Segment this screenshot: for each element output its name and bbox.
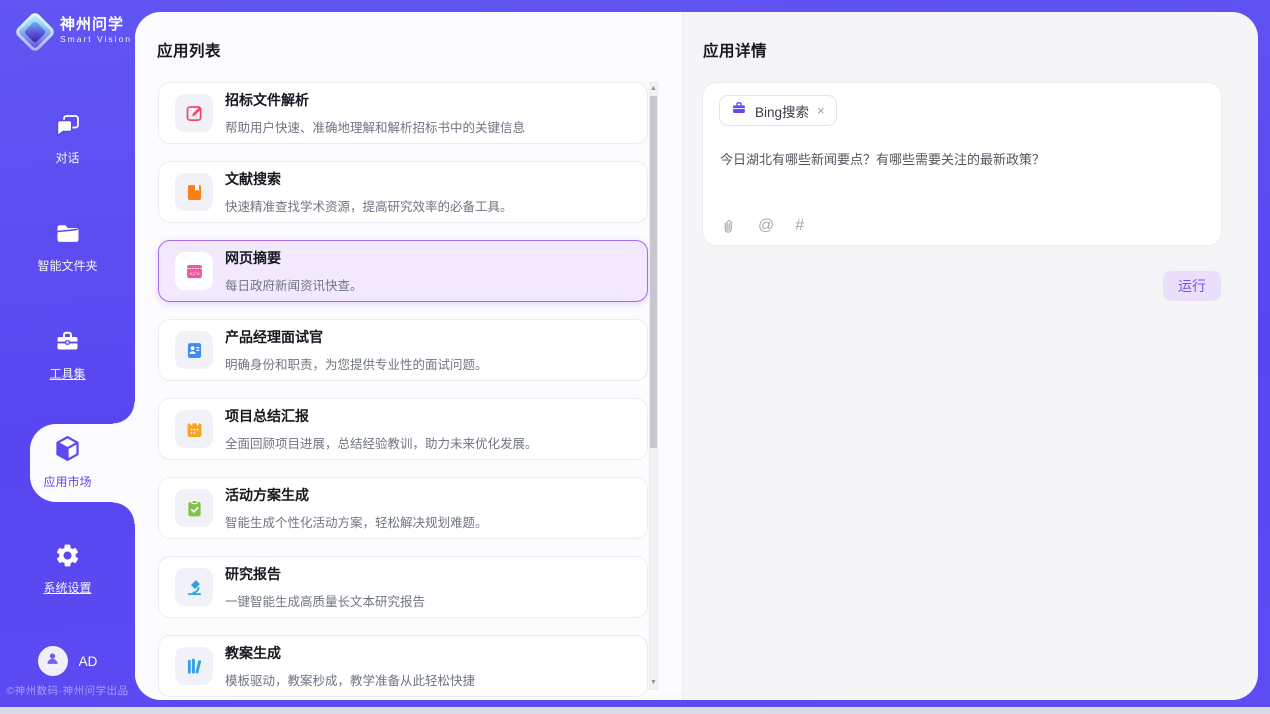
app-card-web-summary[interactable]: </> 网页摘要 每日政府新闻资讯快查。 — [158, 240, 648, 302]
app-desc: 每日政府新闻资讯快查。 — [225, 275, 363, 294]
app-desc: 快速精准查找学术资源，提高研究效率的必备工具。 — [225, 196, 513, 215]
sidebar-item-label: 对话 — [0, 149, 135, 166]
app-desc: 全面回顾项目进展，总结经验教训，助力未来优化发展。 — [225, 433, 538, 452]
copyright-footer: ©神州数码·神州问学出品 — [0, 683, 135, 698]
chat-icon — [54, 112, 81, 139]
sidebar-item-toolset[interactable]: 工具集 — [0, 328, 135, 382]
cube-icon — [53, 434, 82, 461]
app-title: 文献搜索 — [225, 169, 513, 189]
app-desc: 明确身份和职责，为您提供专业性的面试问题。 — [225, 354, 488, 373]
svg-text:</>: </> — [189, 270, 200, 277]
browser-code-icon: </> — [175, 252, 213, 290]
app-list-panel: 应用列表 招标文件解析 帮助用户快速、准确地理解和解析招标书中的关键信息 — [135, 12, 683, 700]
calendar-icon — [175, 410, 213, 448]
app-desc: 一键智能生成高质量长文本研究报告 — [225, 591, 425, 610]
microscope-icon — [175, 568, 213, 606]
tool-tag-label: Bing搜索 — [755, 101, 809, 121]
at-icon[interactable]: @ — [758, 217, 774, 235]
app-desc: 智能生成个性化活动方案，轻松解决规划难题。 — [225, 512, 488, 531]
clipboard-check-icon — [175, 489, 213, 527]
app-title: 招标文件解析 — [225, 90, 525, 110]
brand-logo: 神州问学 Smart Vision — [16, 13, 132, 47]
hash-icon[interactable]: # — [795, 217, 804, 235]
user-account[interactable]: AD — [0, 646, 135, 676]
app-card-pm-interviewer[interactable]: 产品经理面试官 明确身份和职责，为您提供专业性的面试问题。 — [158, 319, 648, 381]
prompt-card: Bing搜索 × 今日湖北有哪些新闻要点？有哪些需要关注的最新政策？ @ # — [702, 82, 1222, 246]
app-frame: 神州问学 Smart Vision 对话 智能文件夹 工具集 — [0, 0, 1270, 707]
folder-icon — [54, 220, 81, 247]
person-icon — [44, 650, 61, 672]
books-icon — [175, 647, 213, 685]
app-desc: 模板驱动，教案秒成，教学准备从此轻松快捷 — [225, 670, 475, 689]
sidebar-item-label: 智能文件夹 — [0, 257, 135, 274]
sidebar-item-label: 工具集 — [0, 365, 135, 382]
edit-document-icon — [175, 94, 213, 132]
prompt-toolbar: @ # — [720, 217, 804, 235]
interviewer-icon — [175, 331, 213, 369]
run-button[interactable]: 运行 — [1163, 271, 1221, 301]
sidebar-item-label: 系统设置 — [0, 579, 135, 596]
user-name: AD — [79, 654, 98, 669]
app-list: 招标文件解析 帮助用户快速、准确地理解和解析招标书中的关键信息 文献搜索 快速精… — [158, 82, 648, 700]
app-card-research-report[interactable]: 研究报告 一键智能生成高质量长文本研究报告 — [158, 556, 648, 618]
tool-tag-bing-search[interactable]: Bing搜索 × — [719, 95, 837, 126]
app-title: 教案生成 — [225, 643, 475, 663]
app-title: 网页摘要 — [225, 248, 363, 268]
sidebar-item-settings[interactable]: 系统设置 — [0, 542, 135, 596]
app-card-project-summary[interactable]: 项目总结汇报 全面回顾项目进展，总结经验教训，助力未来优化发展。 — [158, 398, 648, 460]
app-detail-panel: 应用详情 Bing搜索 × 今日湖北有哪些新闻要点？有哪些需要关注的最新政策？ … — [683, 12, 1258, 700]
sidebar: 神州问学 Smart Vision 对话 智能文件夹 工具集 — [0, 0, 135, 707]
scrollbar-up-arrow[interactable]: ▲ — [650, 84, 657, 94]
sidebar-item-chat[interactable]: 对话 — [0, 112, 135, 166]
brand-name: 神州问学 — [60, 16, 132, 33]
brand-subtitle: Smart Vision — [60, 34, 132, 44]
app-detail-title: 应用详情 — [703, 39, 767, 61]
app-title: 活动方案生成 — [225, 485, 488, 505]
app-title: 研究报告 — [225, 564, 425, 584]
close-icon[interactable]: × — [817, 104, 825, 117]
app-card-literature-search[interactable]: 文献搜索 快速精准查找学术资源，提高研究效率的必备工具。 — [158, 161, 648, 223]
sidebar-item-smart-folder[interactable]: 智能文件夹 — [0, 220, 135, 274]
app-card-event-plan[interactable]: 活动方案生成 智能生成个性化活动方案，轻松解决规划难题。 — [158, 477, 648, 539]
sidebar-item-app-market[interactable]: 应用市场 — [0, 434, 135, 490]
app-title: 产品经理面试官 — [225, 327, 488, 347]
scrollbar-down-arrow[interactable]: ▼ — [650, 678, 657, 688]
app-card-bid-document-analysis[interactable]: 招标文件解析 帮助用户快速、准确地理解和解析招标书中的关键信息 — [158, 82, 648, 144]
scrollbar-thumb[interactable] — [650, 96, 657, 448]
app-list-title: 应用列表 — [157, 39, 221, 61]
paperclip-icon[interactable] — [720, 218, 737, 235]
app-desc: 帮助用户快速、准确地理解和解析招标书中的关键信息 — [225, 117, 525, 136]
book-icon — [175, 173, 213, 211]
toolbox-icon — [54, 328, 81, 355]
gear-icon — [54, 542, 81, 569]
app-title: 项目总结汇报 — [225, 406, 538, 426]
app-card-lesson-plan[interactable]: 教案生成 模板驱动，教案秒成，教学准备从此轻松快捷 — [158, 635, 648, 697]
diamond-logo-icon — [14, 11, 56, 53]
sidebar-item-label: 应用市场 — [0, 473, 135, 490]
app-list-scrollbar[interactable]: ▲ ▼ — [649, 82, 658, 690]
avatar — [38, 646, 68, 676]
main-content: 应用列表 招标文件解析 帮助用户快速、准确地理解和解析招标书中的关键信息 — [135, 12, 1258, 700]
briefcase-icon — [731, 100, 747, 121]
prompt-text[interactable]: 今日湖北有哪些新闻要点？有哪些需要关注的最新政策？ — [720, 149, 1205, 168]
